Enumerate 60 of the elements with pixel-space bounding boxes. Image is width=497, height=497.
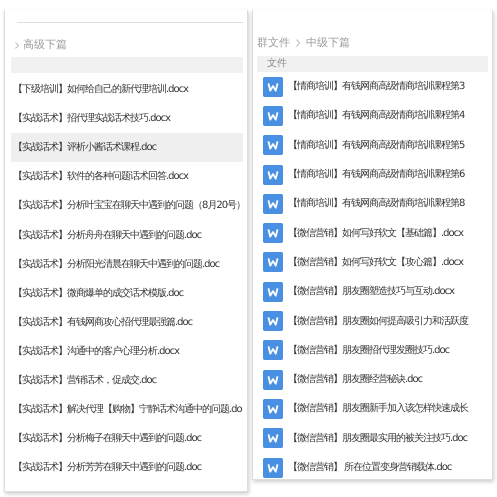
document-icon bbox=[263, 135, 283, 156]
file-row[interactable]: 【实战话术】解决代理【购物】宁静话术沟通中的问题.do bbox=[11, 395, 243, 424]
file-row[interactable]: 【微信营销】朋友圈如何提高吸引力和活跃度 bbox=[257, 306, 488, 336]
file-row[interactable]: 【微信营销】朋友圈最实用的被关注技巧.doc bbox=[257, 424, 488, 453]
file-name: 【微信营销】 所在位置变身营销载体.doc bbox=[288, 460, 452, 475]
file-name: 【情商培训】有钱网商高级情商培训课程第5 bbox=[288, 138, 464, 153]
document-icon bbox=[263, 428, 283, 448]
file-row[interactable]: 【实战话术】有钱网商攻心招代理最强篇.doc bbox=[11, 308, 243, 337]
file-name: 【情商培训】有钱网商高级情商培训课程第4 bbox=[288, 108, 464, 124]
file-name: 【微信营销】朋友圈招代理发圈技巧.doc bbox=[288, 344, 450, 358]
chevron-icon bbox=[296, 39, 300, 47]
file-row[interactable]: 【实战话术】分析叶宝宝在聊天中遇到的问题（8月20号） bbox=[11, 191, 243, 220]
document-icon bbox=[263, 311, 283, 332]
file-row[interactable]: 【实战话术】软件的各种问题话术回答.docx bbox=[11, 162, 243, 192]
document-icon bbox=[263, 194, 283, 214]
document-icon bbox=[263, 370, 283, 390]
document-icon bbox=[263, 282, 283, 302]
file-name: 【情商培训】有钱网商高级情商培训课程第6 bbox=[288, 168, 464, 182]
file-name: 【微信营销】朋友圈最实用的被关注技巧.doc bbox=[288, 432, 468, 446]
file-name: 【微信营销】朋友圈如何提高吸引力和活跃度 bbox=[288, 314, 468, 329]
file-row[interactable]: 【微信营销】朋友圈塑造技巧与互动.docx bbox=[257, 277, 488, 306]
file-row[interactable]: 【微信营销】朋友圈招代理发圈技巧.doc bbox=[257, 336, 488, 365]
file-row[interactable]: 【实战话术】分析芳芳在聊天中遇到的问题.doc bbox=[11, 453, 243, 482]
file-row[interactable]: 【实战话术】分析梅子在聊天中遇到的问题.doc bbox=[11, 424, 243, 454]
document-icon bbox=[263, 76, 283, 97]
file-row[interactable]: 【实战话术】分析阳光清晨在聊天中遇到的问题.doc bbox=[11, 250, 243, 279]
file-row[interactable]: 【实战话术】微商爆单的成交话术模版.doc bbox=[11, 278, 243, 308]
file-row[interactable]: 【微信营销】朋友圈经营秘诀.doc bbox=[257, 364, 488, 394]
chevron-icon bbox=[15, 42, 19, 48]
file-row[interactable]: 【微信营销】 所在位置变身营销载体.doc bbox=[257, 452, 488, 482]
column-header: 文件 bbox=[257, 56, 488, 72]
document-icon bbox=[263, 458, 283, 478]
document-icon bbox=[263, 398, 283, 419]
file-row[interactable]: 【微信营销】如何写好软文【攻心篇】.docx bbox=[257, 248, 488, 278]
document-icon bbox=[263, 223, 283, 244]
document-icon bbox=[263, 164, 283, 185]
file-name: 【微信营销】朋友圈经营秘诀.doc bbox=[288, 372, 422, 388]
folder-title: 高级下篇 bbox=[23, 36, 67, 53]
file-name: 【微信营销】朋友圈新手加入该怎样快速成长 bbox=[288, 402, 468, 416]
file-row[interactable]: 【微信营销】朋友圈新手加入该怎样快速成长 bbox=[257, 394, 488, 424]
file-row[interactable]: 【情商培训】有钱网商高级情商培训课程第5 bbox=[257, 130, 488, 160]
file-name: 【微信营销】如何写好软文【基础篇】.docx bbox=[288, 226, 464, 241]
file-row[interactable]: 【下级培训】如何给自己的新代理培训.docx bbox=[11, 75, 243, 104]
document-icon bbox=[263, 106, 283, 126]
file-row[interactable]: 【情商培训】有钱网商高级情商培训课程第6 bbox=[257, 160, 488, 190]
file-row[interactable]: 【实战话术】营销话术，促成交.doc bbox=[11, 366, 243, 396]
file-row[interactable]: 【情商培训】有钱网商高级情商培训课程第8 bbox=[257, 189, 488, 218]
file-row[interactable]: 【实战话术】分析舟舟在聊天中遇到的问题.doc bbox=[11, 220, 243, 250]
file-row[interactable]: 【实战话术】评析小酱话术课程.doc bbox=[11, 133, 243, 162]
file-row[interactable]: 【情商培训】有钱网商高级情商培训课程第4 bbox=[257, 101, 488, 131]
file-row[interactable]: 【情商培训】有钱网商高级情商培训课程第3 bbox=[257, 72, 488, 102]
document-icon bbox=[263, 340, 283, 360]
file-row[interactable]: 【微信营销】如何写好软文【基础篇】.docx bbox=[257, 218, 488, 248]
file-row[interactable]: 【实战话术】招代理实战话术技巧.docx bbox=[11, 104, 243, 134]
file-row[interactable]: 【实战话术】沟通中的客户心理分析.docx bbox=[11, 336, 243, 366]
file-name: 【情商培训】有钱网商高级情商培训课程第8 bbox=[288, 196, 464, 212]
file-name: 【微信营销】如何写好软文【攻心篇】.docx bbox=[288, 256, 464, 270]
document-icon bbox=[263, 252, 283, 272]
file-name: 【情商培训】有钱网商高级情商培训课程第3 bbox=[288, 80, 464, 94]
file-name: 【微信营销】朋友圈塑造技巧与互动.docx bbox=[288, 284, 454, 300]
